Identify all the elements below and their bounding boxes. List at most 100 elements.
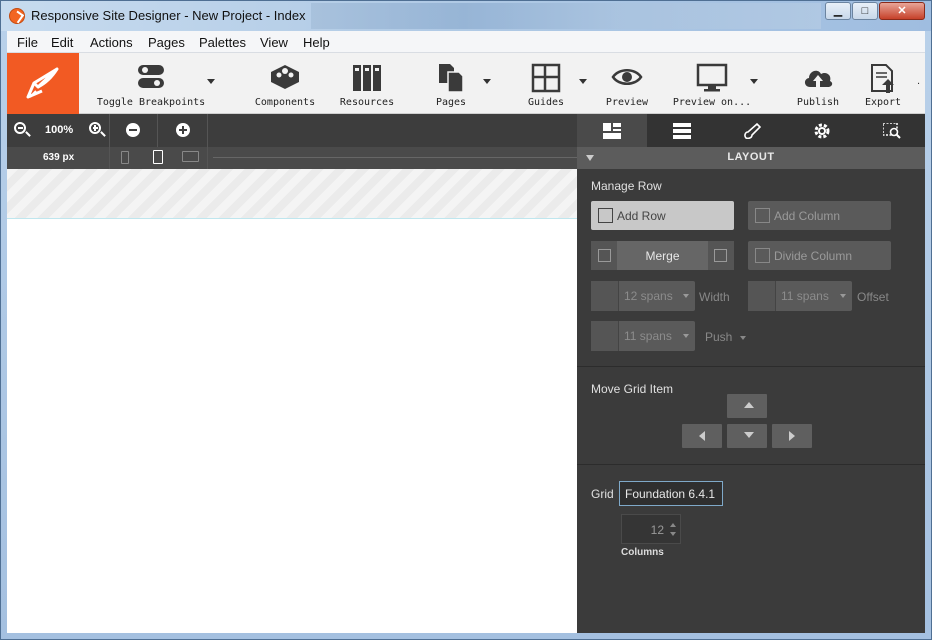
add-column-icon [755,208,770,223]
cloud-upload-icon [804,70,833,87]
columns-label: Columns [621,547,664,558]
add-column-button[interactable]: Add Column [748,201,891,230]
zoom-controls: 100% [7,114,107,147]
pages-dropdown[interactable] [483,79,491,84]
resources-icon [353,65,381,91]
monitor-icon [696,63,728,92]
guides-label: Guides [527,97,565,108]
guides-dropdown[interactable] [579,79,587,84]
layout-icon [603,123,621,139]
tab-inspect[interactable] [857,114,927,147]
add-row-button[interactable]: Add Row [591,201,734,230]
eye-icon [611,69,643,85]
preview-button[interactable]: Preview [597,53,657,114]
panel-tabs [577,114,925,147]
tab-settings[interactable] [787,114,857,147]
move-left-button[interactable] [682,424,722,448]
window-title: Responsive Site Designer - New Project -… [31,8,306,23]
chevron-down-icon [683,294,689,298]
toggle-breakpoints-button[interactable]: Toggle Breakpoints [95,53,207,114]
push-icon [591,321,619,351]
arrow-down-icon [744,432,754,438]
arrow-left-icon [699,431,705,441]
app-logo-icon [9,8,25,24]
push-label: Push [705,330,733,344]
selected-row[interactable] [7,169,577,219]
pages-button[interactable]: Pages [419,53,483,114]
publish-button[interactable]: Publish [791,53,845,114]
offset-select[interactable]: 11 spans [748,281,852,311]
columns-value: 12 [650,523,664,537]
grid-framework-field[interactable]: Foundation 6.4.1 [619,481,723,506]
components-icon [271,65,299,89]
tablet-icon[interactable] [153,150,163,164]
design-canvas[interactable] [7,169,577,633]
minimize-button[interactable]: ▁ [825,2,851,20]
arrow-up-icon [744,402,754,408]
move-down-button[interactable] [727,424,767,448]
menu-edit[interactable]: Edit [51,35,73,50]
title-bar: Responsive Site Designer - New Project -… [1,1,931,31]
zoom-in-icon[interactable] [89,122,101,134]
move-up-button[interactable] [727,394,767,418]
guides-icon [531,63,561,93]
components-button[interactable]: Components [249,53,321,114]
merge-button[interactable]: Merge [591,241,734,270]
close-button[interactable]: ✕ [879,2,925,20]
manage-row-heading: Manage Row [591,179,662,193]
toggle-breakpoints-dropdown[interactable] [207,79,215,84]
menu-help[interactable]: Help [303,35,330,50]
pages-icon [439,64,464,93]
stepper-up-icon[interactable] [670,523,676,527]
tab-style[interactable] [717,114,787,147]
separator [109,114,110,147]
zoom-out-icon[interactable] [14,122,26,134]
push-select[interactable]: 11 spans [591,321,695,351]
desktop-icon[interactable] [182,151,199,162]
push-dropdown-icon[interactable] [740,336,746,340]
preview-on-dropdown[interactable] [750,79,758,84]
components-label: Components [254,97,316,108]
preview-on-button[interactable]: Preview on... [669,53,755,114]
export-label: Export [864,97,902,108]
gear-icon [814,123,830,139]
resources-button[interactable]: Resources [335,53,399,114]
menu-palettes[interactable]: Palettes [199,35,246,50]
push-value: 11 spans [624,329,672,343]
width-select[interactable]: 12 spans [591,281,695,311]
menu-view[interactable]: View [260,35,288,50]
breakpoint-bar: 639 px [7,147,577,169]
phone-icon[interactable] [121,151,129,164]
divide-column-label: Divide Column [774,249,853,263]
offset-icon [748,281,776,311]
menu-actions[interactable]: Actions [90,35,133,50]
merge-right-icon[interactable] [708,241,734,270]
merge-left-icon[interactable] [591,241,617,270]
add-breakpoint-button[interactable] [176,123,190,137]
columns-stepper[interactable]: 12 [621,514,681,544]
brand-logo [7,53,79,114]
guides-button[interactable]: Guides [517,53,575,114]
remove-breakpoint-button[interactable] [126,123,140,137]
publish-label: Publish [796,97,840,108]
tab-layout[interactable] [577,114,647,147]
width-value: 12 spans [624,289,673,303]
merge-label: Merge [645,249,680,263]
section-divider [577,464,925,465]
maximize-button[interactable]: □ [852,2,878,20]
tab-rows[interactable] [647,114,717,147]
move-grid-item-heading: Move Grid Item [591,382,674,396]
separator [109,147,110,169]
app-window: Responsive Site Designer - New Project -… [0,0,932,640]
panel-title: LAYOUT [727,151,775,163]
menu-file[interactable]: File [17,35,38,50]
divide-column-button[interactable]: Divide Column [748,241,891,270]
toolbar-overflow[interactable]: . [917,75,920,87]
export-button[interactable]: Export [857,53,909,114]
move-right-button[interactable] [772,424,812,448]
stepper-down-icon[interactable] [670,532,676,536]
layout-panel: LAYOUT Manage Row Add Row Add Column Mer… [577,114,925,633]
canvas-toolbar: 100% [7,114,577,147]
inspect-icon [883,123,901,139]
menu-pages[interactable]: Pages [148,35,185,50]
